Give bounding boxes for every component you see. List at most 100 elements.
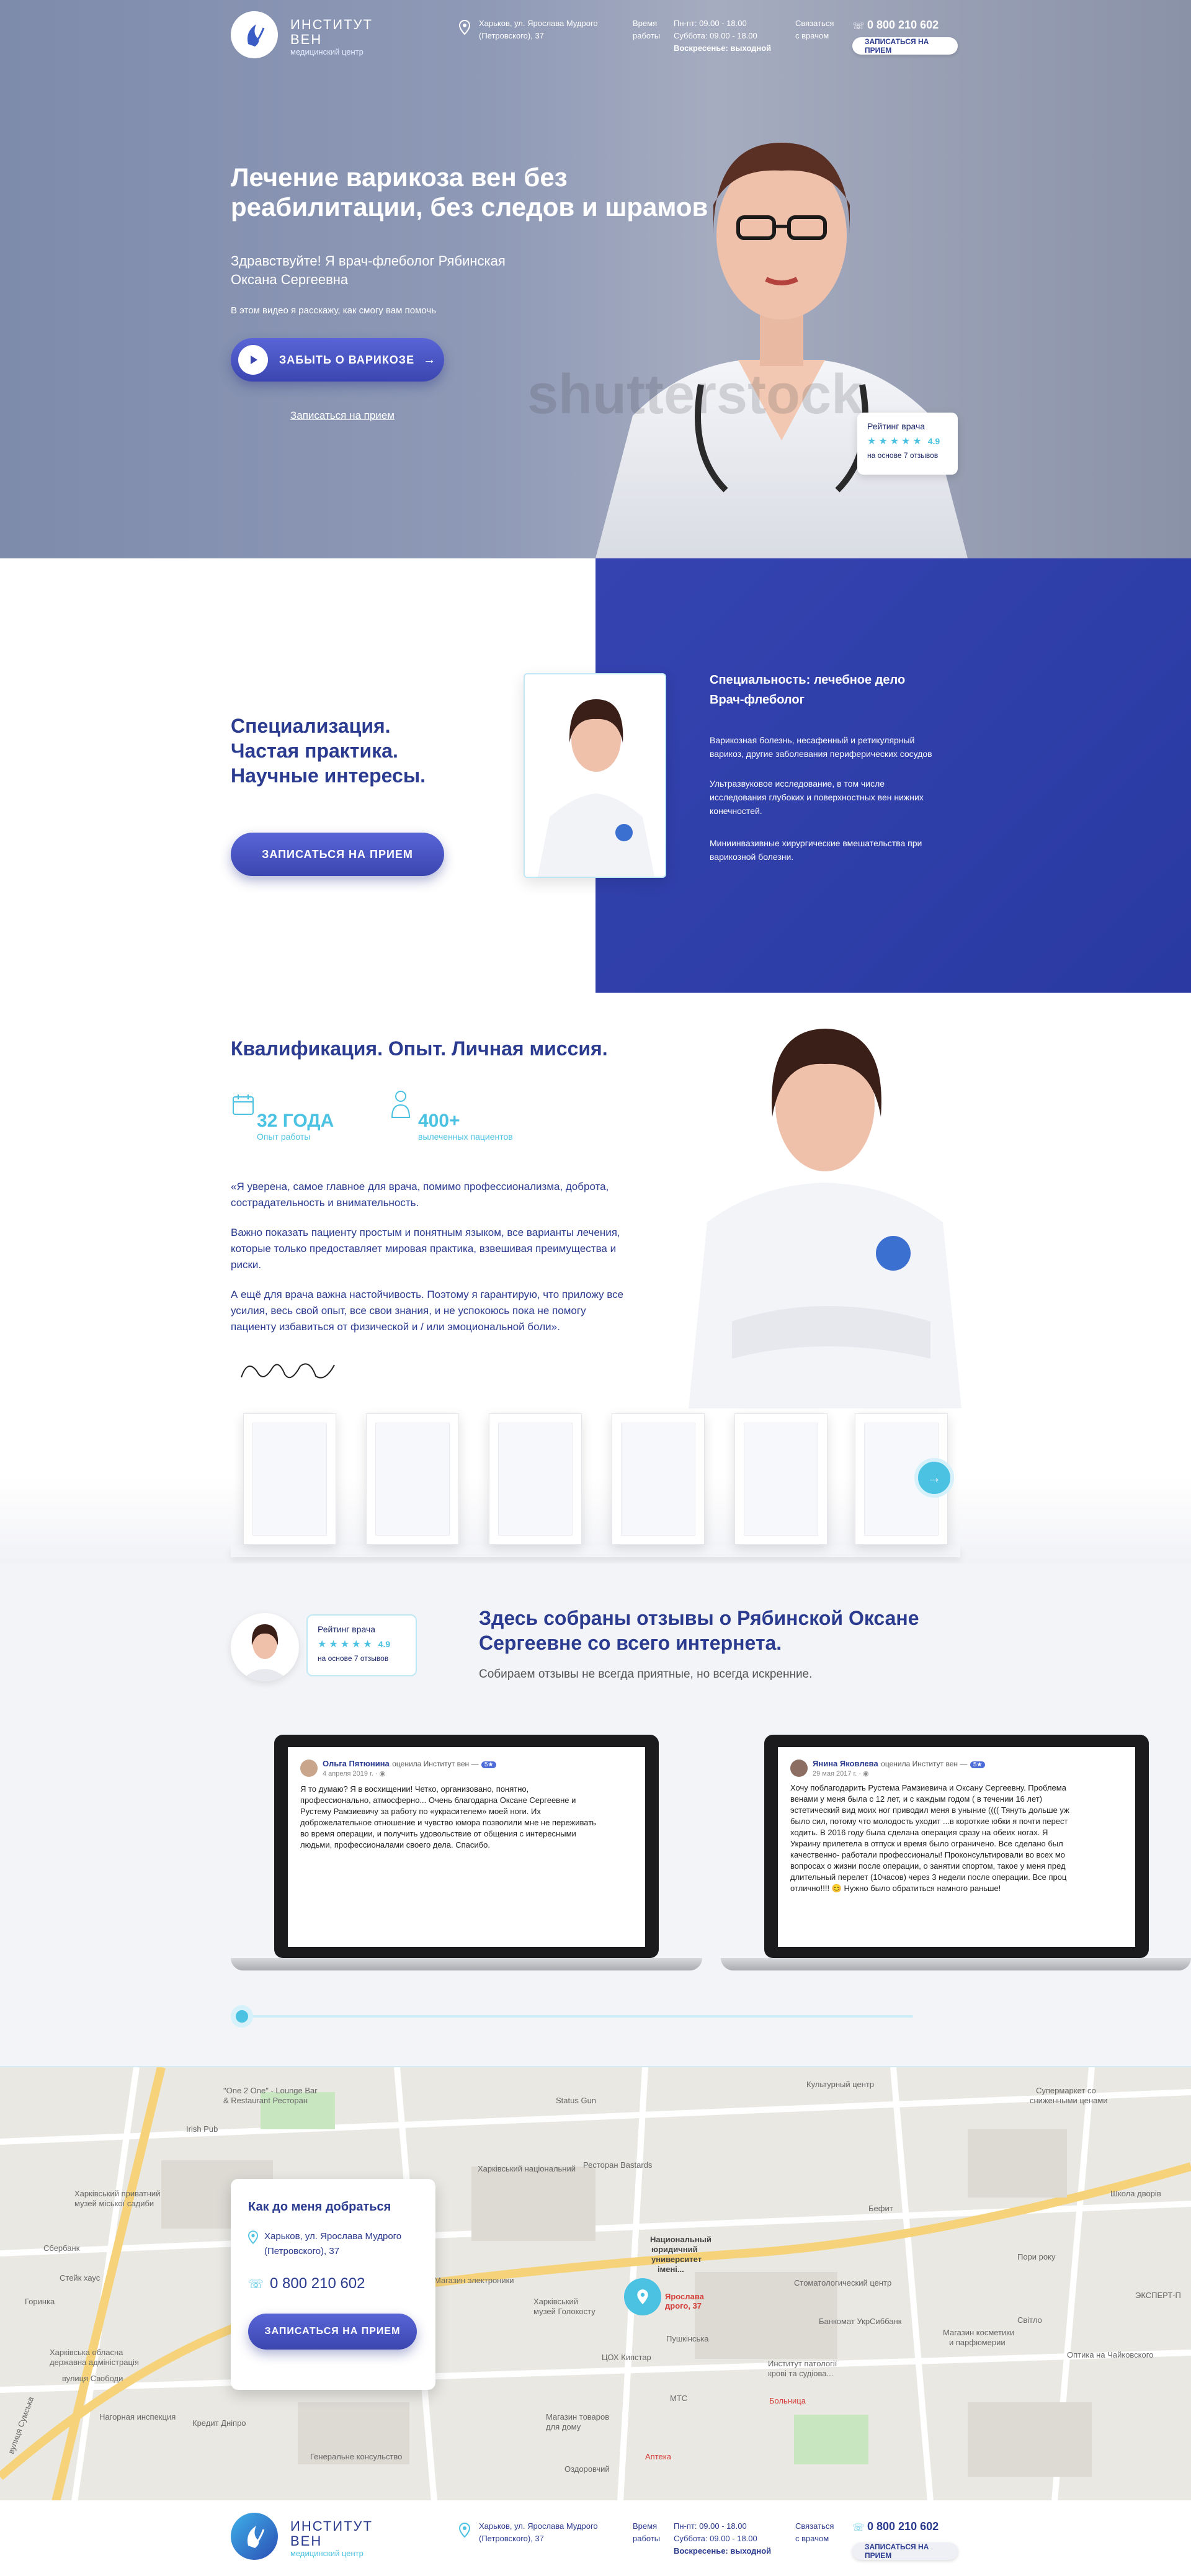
pin-label-2: дрого, 37: [665, 2301, 702, 2310]
watermark-text: shutterstock: [527, 364, 863, 426]
map-label: Бефит: [868, 2204, 893, 2213]
header-phone[interactable]: 0 800 210 602: [867, 19, 939, 32]
laptop-2-base: [721, 1958, 1191, 1970]
review-2-line: длительный перелет (10часов) через 3 нед…: [790, 1872, 1067, 1882]
quote-1-line-1: «Я уверена, самое главное для врача, пом…: [231, 1181, 609, 1192]
review-2-line: эстетический вид моих ног приводил меня …: [790, 1805, 1069, 1815]
map-label: Пушкінська: [666, 2334, 709, 2343]
spec-heading-1: Специализация.: [231, 715, 391, 737]
map-label: Харківський національний: [478, 2164, 576, 2173]
hero-title-line-1: Лечение варикоза вен без: [231, 163, 568, 192]
contact-label-1: Связаться: [795, 19, 834, 28]
patients-icon: [388, 1089, 413, 1122]
rating-sub: на основе 7 отзывов: [867, 451, 939, 460]
review-1-line: доброжелательное отношение и чувство юмо…: [300, 1818, 596, 1827]
directions-address-1: Харьков, ул. Ярослава Мудрого: [264, 2231, 402, 2242]
review-2-name[interactable]: Янина Яковлева: [813, 1759, 878, 1768]
logo-icon[interactable]: [231, 2513, 278, 2560]
footer-appointment-button[interactable]: ЗАПИСАТЬСЯ НА ПРИЕМ: [852, 2542, 958, 2560]
certificate-2[interactable]: [366, 1413, 459, 1545]
hero-greeting-1: Здравствуйте! Я врач-флеболог Рябинская: [231, 253, 506, 269]
certificate-3[interactable]: [489, 1413, 582, 1545]
spec-p2-3: конечностей.: [710, 806, 762, 816]
map-label: Магазин электроники: [434, 2276, 514, 2285]
map-location-pin[interactable]: [624, 2278, 661, 2315]
map-label: Ресторан Bastards: [583, 2160, 653, 2170]
review-2-line: вопросах о жизни после операции, о занят…: [790, 1861, 1066, 1871]
certificate-4[interactable]: [612, 1413, 705, 1545]
rating-value: 4.9: [927, 436, 940, 446]
hours-3: Воскресенье: выходной: [674, 43, 772, 53]
reviews-slider-handle[interactable]: [231, 2005, 253, 2028]
site-header: ИНСТИТУТ ВЕН медицинский центр Харьков, …: [0, 0, 1191, 62]
quote-2-line-3: риски.: [231, 1259, 262, 1271]
review-1-action: оценила Институт вен —: [392, 1760, 479, 1768]
map-label: Світло: [1017, 2315, 1042, 2325]
logo-sub: медицинский центр: [290, 47, 364, 56]
spec-title-2: Врач-флеболог: [710, 693, 805, 707]
map-label: Магазин товаров: [546, 2412, 610, 2422]
map-label: Оздоровчий: [564, 2464, 610, 2474]
map-label: юридичний: [651, 2245, 698, 2254]
reviewer-avatar: [231, 1613, 299, 1681]
map-label: Школа дворів: [1110, 2189, 1161, 2198]
header-appointment-button[interactable]: ЗАПИСАТЬСЯ НА ПРИЕМ: [852, 37, 958, 55]
play-icon: [238, 345, 268, 375]
map-label: МТС: [670, 2394, 688, 2403]
map-label: крові та судіова...: [768, 2369, 834, 2378]
laptop-1-base: [231, 1958, 702, 1970]
reviews-heading-2: Сергеевне со всего интернета.: [479, 1632, 782, 1654]
qualif-section: Квалификация. Опыт. Личная миссия. 32 ГО…: [0, 993, 1191, 1563]
map-label: Irish Pub: [186, 2124, 218, 2134]
map-label: сниженными ценами: [1030, 2096, 1108, 2105]
map-label: Банкомат УкрСиббанк: [819, 2317, 902, 2326]
map-label: державна адміністрація: [50, 2358, 139, 2367]
review-1-name[interactable]: Ольга Пятюнина: [323, 1759, 390, 1768]
map-label: музей Голокосту: [533, 2307, 596, 2316]
rating-title: Рейтинг врача: [867, 421, 926, 431]
logo-icon[interactable]: [231, 11, 278, 58]
certificates-next-button[interactable]: →: [914, 1458, 954, 1498]
map-label: и парфюмерии: [949, 2338, 1006, 2347]
footer-phone[interactable]: 0 800 210 602: [867, 2520, 939, 2533]
directions-phone[interactable]: 0 800 210 602: [270, 2275, 365, 2292]
review-2-action: оценила Институт вен —: [881, 1760, 968, 1768]
location-pin-icon: [458, 19, 471, 38]
map-label: Магазин косметики: [943, 2328, 1015, 2337]
map-section[interactable]: "One 2 One" - Lounge Bar & Restaurant Ре…: [0, 2066, 1191, 2500]
map-label: Стейк хаус: [60, 2273, 100, 2283]
map-roads: [0, 2067, 1191, 2500]
spec-appointment-button[interactable]: ЗАПИСАТЬСЯ НА ПРИЕМ: [231, 833, 444, 876]
certificate-5[interactable]: [734, 1413, 827, 1545]
spec-p3-1: Миниинвазивные хирургические вмешательст…: [710, 838, 922, 848]
stat1-label: Опыт работы: [257, 1132, 311, 1142]
spec-p3-2: варикозной болезни.: [710, 852, 794, 862]
phone-icon: ☏: [248, 2277, 264, 2291]
map-label: музей міської садиби: [74, 2199, 154, 2208]
hero-appointment-link[interactable]: Записаться на прием: [290, 409, 395, 422]
rating-title: Рейтинг врача: [318, 1624, 376, 1634]
review-1-line: Рустему Рамзиевичу за работу по «украсит…: [300, 1807, 541, 1816]
review-2-line: венами у меня была с 12 лет, и с каждым …: [790, 1794, 1043, 1804]
quote-3-line-2: усилия, весь свой опыт, все свои знания,…: [231, 1305, 586, 1317]
review-2-line: отлично!!!! 😊 Нужно было обратиться намн…: [790, 1884, 1001, 1893]
quote-2-line-2: которые только предоставляет мировая пра…: [231, 1243, 617, 1254]
footer-hours-label-2: работы: [633, 2534, 661, 2543]
review-2-line: было сил, потому что молодость уходит ..…: [790, 1817, 1068, 1826]
map-label: ЦОХ Кипстар: [602, 2353, 651, 2362]
hero-greeting-2: Оксана Сергеевна: [231, 272, 349, 287]
map-label: Сбербанк: [43, 2243, 80, 2253]
quote-1-line-2: сострадательность и внимательность.: [231, 1197, 419, 1209]
spec-p2-1: Ультразвуковое исследование, в том числе: [710, 779, 885, 789]
certificate-1[interactable]: [243, 1413, 336, 1545]
reviews-slider-track[interactable]: [231, 2015, 913, 2018]
hours-1: Пн-пт: 09.00 - 18.00: [674, 19, 747, 28]
map-appointment-button[interactable]: ЗАПИСАТЬСЯ НА ПРИЕМ: [248, 2314, 417, 2350]
footer-hours-3: Воскресенье: выходной: [674, 2546, 772, 2556]
video-button[interactable]: ЗАБЫТЬ О ВАРИКОЗЕ →: [231, 338, 444, 382]
qualif-heading: Квалификация. Опыт. Личная миссия.: [231, 1037, 608, 1060]
header-address-2: (Петровского), 37: [479, 31, 544, 40]
spec-heading-3: Научные интересы.: [231, 764, 426, 787]
spec-blue-panel: [596, 558, 1191, 993]
rating-stars: ★★★★★: [867, 436, 924, 447]
